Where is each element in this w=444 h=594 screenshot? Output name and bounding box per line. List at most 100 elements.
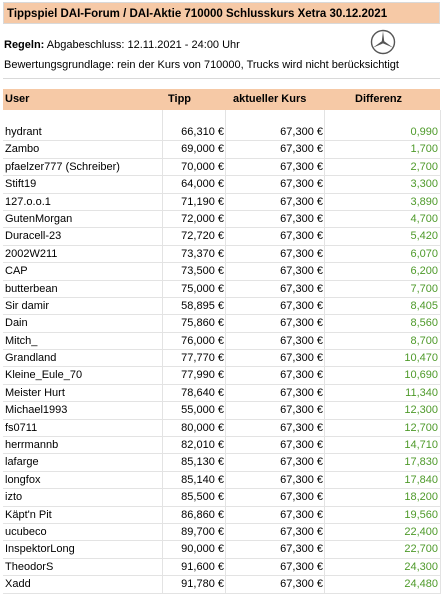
cell-differenz: 6,070	[410, 247, 438, 260]
table-row: Käpt'n Pit 86,860 € 67,300 € 19,560	[3, 507, 440, 524]
cell-tipp: 85,500 €	[181, 491, 224, 504]
cell-user: pfaelzer777 (Schreiber)	[5, 160, 120, 173]
table-row: ucubeco 89,700 € 67,300 € 22,400	[3, 524, 440, 542]
cell-kurs: 67,300 €	[280, 508, 323, 521]
table-row: 2002W211 73,370 € 67,300 € 6,070	[3, 246, 440, 264]
cell-kurs: 67,300 €	[280, 386, 323, 399]
table-row: Mitch_ 76,000 € 67,300 € 8,700	[3, 333, 440, 351]
cell-differenz: 12,700	[404, 421, 438, 434]
rating-basis: Bewertungsgrundlage: rein der Kurs von 7…	[4, 59, 399, 71]
cell-differenz: 22,700	[404, 543, 438, 556]
cell-differenz: 0,990	[410, 126, 438, 138]
cell-user: Sir damir	[5, 299, 50, 312]
table-row: InspektorLong 90,000 € 67,300 € 22,700	[3, 541, 440, 559]
cell-tipp: 78,640 €	[181, 386, 224, 399]
cell-tipp: 75,860 €	[181, 317, 224, 330]
cell-tipp: 85,140 €	[181, 473, 224, 486]
rules-line: Regeln: Abgabeschluss: 12.11.2021 - 24:0…	[4, 39, 240, 51]
cell-differenz: 18,200	[404, 491, 438, 504]
cell-tipp: 75,000 €	[181, 282, 224, 295]
cell-user: TheodorS	[5, 560, 54, 573]
cell-user: 127.o.o.1	[5, 195, 51, 208]
divider	[3, 78, 440, 79]
cell-differenz: 2,700	[410, 160, 438, 173]
table-row: lafarge 85,130 € 67,300 € 17,830	[3, 454, 440, 472]
cell-differenz: 11,340	[405, 386, 438, 399]
cell-differenz: 3,300	[410, 178, 438, 191]
table-row: Stift19 64,000 € 67,300 € 3,300	[3, 176, 440, 194]
cell-kurs: 67,300 €	[280, 247, 323, 260]
cell-differenz: 4,700	[410, 212, 438, 225]
table-row: butterbean 75,000 € 67,300 € 7,700	[3, 281, 440, 298]
table-row: Zambo 69,000 € 67,300 € 1,700	[3, 141, 440, 159]
cell-kurs: 67,300 €	[280, 473, 323, 486]
table-row: longfox 85,140 € 67,300 € 17,840	[3, 472, 440, 490]
cell-tipp: 69,000 €	[181, 143, 224, 156]
cell-user: 2002W211	[5, 247, 58, 260]
cell-tipp: 55,000 €	[181, 404, 224, 417]
table-body: hydrant 66,310 € 67,300 € 0,990 Zambo 69,000 …	[3, 124, 440, 594]
cell-differenz: 6,200	[410, 265, 438, 278]
cell-kurs: 67,300 €	[280, 195, 323, 208]
table-row: Xadd 91,780 € 67,300 € 24,480	[3, 576, 440, 594]
cell-user: herrmannb	[5, 439, 59, 452]
table-row: herrmannb 82,010 € 67,300 € 14,710	[3, 437, 440, 455]
cell-tipp: 71,190 €	[181, 195, 224, 208]
table-row: Grandland 77,770 € 67,300 € 10,470	[3, 350, 440, 368]
cell-kurs: 67,300 €	[280, 334, 323, 347]
cell-differenz: 12,300	[404, 404, 438, 417]
cell-kurs: 67,300 €	[280, 456, 323, 469]
table-row: Kleine_Eule_70 77,990 € 67,300 € 10,690	[3, 367, 440, 385]
cell-differenz: 8,405	[410, 299, 438, 312]
cell-tipp: 90,000 €	[181, 543, 224, 556]
cell-tipp: 73,500 €	[181, 265, 224, 278]
table-row: pfaelzer777 (Schreiber) 70,000 € 67,300 € 2…	[3, 159, 440, 177]
cell-kurs: 67,300 €	[280, 543, 323, 556]
cell-kurs: 67,300 €	[280, 439, 323, 452]
cell-differenz: 5,420	[410, 230, 438, 243]
cell-tipp: 86,860 €	[181, 508, 224, 521]
cell-tipp: 85,130 €	[181, 456, 224, 469]
cell-user: Käpt'n Pit	[5, 508, 52, 521]
cell-kurs: 67,300 €	[280, 143, 323, 156]
cell-differenz: 24,300	[404, 560, 438, 573]
cell-kurs: 67,300 €	[280, 352, 323, 365]
cell-user: hydrant	[5, 126, 42, 138]
column-header-kurs: aktueller Kurs	[233, 93, 307, 105]
cell-tipp: 66,310 €	[181, 126, 224, 138]
cell-tipp: 80,000 €	[181, 421, 224, 434]
cell-user: Kleine_Eule_70	[5, 369, 83, 382]
mercedes-star-icon	[370, 29, 396, 55]
cell-tipp: 58,895 €	[181, 299, 224, 312]
table-row: fs0711 80,000 € 67,300 € 12,700	[3, 420, 440, 438]
table-row: Dain 75,860 € 67,300 € 8,560	[3, 315, 440, 333]
cell-user: Mitch_	[5, 334, 38, 347]
cell-user: Michael1993	[5, 404, 68, 417]
table-row: 127.o.o.1 71,190 € 67,300 € 3,890	[3, 194, 440, 211]
column-header-tipp: Tipp	[168, 93, 192, 105]
table-row: Meister Hurt 78,640 € 67,300 € 11,340	[3, 385, 440, 403]
cell-kurs: 67,300 €	[280, 160, 323, 173]
cell-kurs: 67,300 €	[280, 421, 323, 434]
cell-kurs: 67,300 €	[280, 560, 323, 573]
rules-label: Regeln:	[4, 39, 45, 51]
cell-kurs: 67,300 €	[280, 491, 323, 504]
cell-tipp: 77,990 €	[181, 369, 224, 382]
cell-tipp: 73,370 €	[181, 247, 224, 260]
cell-tipp: 70,000 €	[181, 160, 224, 173]
cell-user: lafarge	[5, 456, 39, 469]
cell-differenz: 1,700	[410, 143, 438, 156]
cell-kurs: 67,300 €	[280, 369, 323, 382]
cell-tipp: 91,780 €	[181, 578, 224, 591]
cell-user: butterbean	[5, 282, 58, 295]
column-header-user: User	[5, 93, 30, 105]
table-row: Duracell-23 72,720 € 67,300 € 5,420	[3, 228, 440, 246]
cell-user: GutenMorgan	[5, 212, 73, 225]
cell-differenz: 8,700	[410, 334, 438, 347]
cell-differenz: 24,480	[404, 578, 438, 591]
table-row: TheodorS 91,600 € 67,300 € 24,300	[3, 559, 440, 577]
cell-tipp: 76,000 €	[181, 334, 224, 347]
cell-tipp: 91,600 €	[181, 560, 224, 573]
cell-kurs: 67,300 €	[280, 230, 323, 243]
cell-kurs: 67,300 €	[280, 126, 323, 138]
